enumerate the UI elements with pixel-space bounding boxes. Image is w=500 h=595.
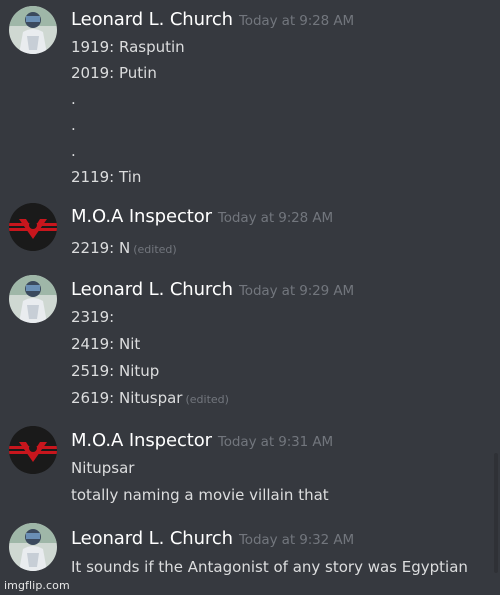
avatar-person-icon: [9, 523, 57, 571]
message-line: .: [71, 142, 76, 160]
avatar-moa-inspector[interactable]: [9, 426, 57, 474]
author-name[interactable]: Leonard L. Church Today at 9:28 AM: [71, 9, 354, 30]
message-line: 2619: Nituspar (edited): [71, 389, 229, 407]
author-name-text: Leonard L. Church: [71, 9, 233, 30]
avatar-moa-inspector[interactable]: [9, 203, 57, 251]
message-line: totally naming a movie villain that: [71, 486, 329, 504]
edited-label: (edited): [133, 243, 177, 256]
author-name-text: Leonard L. Church: [71, 528, 233, 549]
message-line: 2019: Putin: [71, 64, 157, 82]
message-line: It sounds if the Antagonist of any story…: [71, 558, 468, 576]
timestamp: Today at 9:29 AM: [238, 283, 355, 299]
scrollbar[interactable]: [494, 453, 498, 573]
timestamp: Today at 9:28 AM: [238, 13, 355, 29]
author-name[interactable]: Leonard L. Church Today at 9:29 AM: [71, 279, 354, 300]
arstotzka-emblem-icon: [9, 203, 57, 251]
message-line: 2319:: [71, 308, 115, 326]
timestamp: Today at 9:31 AM: [217, 434, 334, 450]
message-line: .: [71, 116, 76, 134]
arstotzka-emblem-icon: [9, 426, 57, 474]
message-line: Nitupsar: [71, 459, 135, 477]
message-line: 2219: N (edited): [71, 239, 177, 257]
message-line: 1919: Rasputin: [71, 38, 185, 56]
message-line: 2119: Tin: [71, 168, 142, 186]
author-name-text: Leonard L. Church: [71, 279, 233, 300]
author-name[interactable]: M.O.A Inspector Today at 9:31 AM: [71, 430, 333, 451]
message-line: 2419: Nit: [71, 335, 141, 353]
message-line: .: [71, 90, 76, 108]
watermark: imgflip.com: [4, 579, 70, 592]
timestamp: Today at 9:28 AM: [217, 210, 334, 226]
message-text: 2619: Nituspar: [71, 389, 183, 407]
author-name-text: M.O.A Inspector: [71, 430, 212, 451]
message-text: 2219: N: [71, 239, 131, 257]
timestamp: Today at 9:32 AM: [238, 532, 355, 548]
avatar-leonard[interactable]: [9, 6, 57, 54]
avatar-leonard[interactable]: [9, 275, 57, 323]
avatar-person-icon: [9, 275, 57, 323]
author-name[interactable]: Leonard L. Church Today at 9:32 AM: [71, 528, 354, 549]
author-name[interactable]: M.O.A Inspector Today at 9:28 AM: [71, 206, 333, 227]
avatar-person-icon: [9, 6, 57, 54]
author-name-text: M.O.A Inspector: [71, 206, 212, 227]
avatar-leonard[interactable]: [9, 523, 57, 571]
edited-label: (edited): [185, 393, 229, 406]
message-line: 2519: Nitup: [71, 362, 160, 380]
